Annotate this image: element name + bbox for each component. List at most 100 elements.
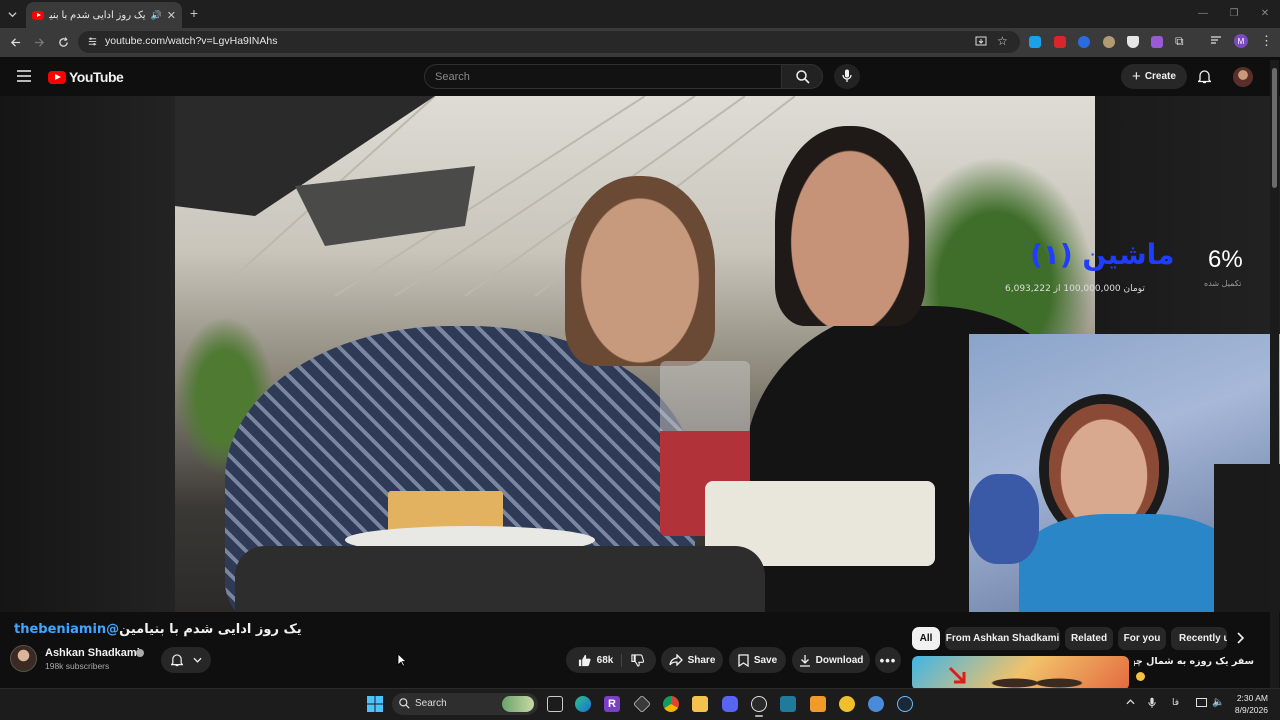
taskbar-search-box[interactable]: Search [392, 693, 538, 715]
browser-tab-active[interactable]: یک روز ادایی شدم با بنیامین 🔊 ✕ [26, 2, 182, 28]
recommendation-title[interactable]: سفر یک روزه به شمال چهارتایی [1134, 656, 1254, 667]
tray-chevron-up-icon[interactable] [1126, 699, 1135, 705]
subscription-bell-button[interactable] [161, 647, 211, 673]
site-info-icon[interactable] [87, 36, 98, 47]
video-backdrop-left [0, 96, 175, 612]
chip-from-channel[interactable]: From Ashkan Shadkami [945, 627, 1060, 650]
download-label: Download [815, 654, 864, 666]
profile-avatar-icon[interactable]: M [1234, 34, 1248, 48]
browser-tab-strip: یک روز ادایی شدم با بنیامین 🔊 ✕ + — ❐ ✕ [0, 0, 1280, 28]
share-icon [668, 654, 683, 666]
thumbs-down-icon [631, 653, 645, 667]
voice-search-button[interactable] [834, 64, 860, 89]
streamer-facecam [969, 334, 1280, 612]
donation-goal-title: ماشین (۱) [1030, 238, 1175, 271]
chip-recently-uploaded[interactable]: Recently u [1171, 627, 1227, 650]
like-button[interactable]: 68k [578, 653, 623, 667]
browser-menu-icon[interactable]: ⋮ [1260, 33, 1273, 49]
orange-app-icon[interactable] [810, 696, 826, 712]
v-app-icon[interactable] [780, 696, 796, 712]
yellow-app-icon[interactable] [839, 696, 855, 712]
video-player[interactable]: ماشین (۱) تومان 100,000,000 از 6,093,222… [0, 96, 1280, 612]
create-button[interactable]: + Create [1121, 64, 1187, 89]
close-window-icon[interactable]: ✕ [1258, 6, 1272, 20]
channel-avatar[interactable] [10, 645, 37, 672]
youtube-play-icon [48, 70, 66, 84]
verified-badge-icon [136, 649, 144, 657]
reload-button[interactable] [55, 34, 71, 50]
obs-studio-icon[interactable] [751, 696, 767, 712]
search-button[interactable] [781, 64, 823, 89]
extension-cookie-icon[interactable] [1103, 36, 1115, 48]
address-bar[interactable]: youtube.com/watch?v=LgvHa9INAhs ☆ [78, 31, 1020, 53]
chip-for-you[interactable]: For you [1118, 627, 1166, 650]
extensions-puzzle-icon[interactable]: ⧉ [1175, 34, 1184, 49]
share-label: Share [687, 654, 716, 666]
thumbnail-figures [982, 668, 1092, 690]
thumbnail-arrow-icon [948, 666, 966, 684]
new-tab-button[interactable]: + [186, 5, 202, 21]
chip-all[interactable]: All [912, 627, 940, 650]
minimize-window-icon[interactable]: — [1196, 6, 1210, 20]
system-clock[interactable]: 2:30 AM 8/9/2026 [1228, 692, 1268, 716]
more-horizontal-icon: ••• [879, 652, 897, 668]
forward-button[interactable] [31, 34, 47, 50]
blue-circle-app-icon[interactable] [868, 696, 884, 712]
tab-close-icon[interactable]: ✕ [167, 9, 176, 22]
more-actions-button[interactable]: ••• [875, 647, 901, 673]
dislike-button[interactable] [627, 653, 645, 667]
plus-icon: + [1132, 67, 1141, 85]
edge-browser-icon[interactable] [575, 696, 591, 712]
audio-playing-icon: 🔊 [150, 9, 162, 20]
youtube-logo[interactable]: YouTube [48, 69, 124, 85]
keyboard-language[interactable]: فا [1172, 698, 1179, 708]
subscriber-count: 198k subscribers [45, 661, 110, 671]
restore-window-icon[interactable]: ❐ [1227, 6, 1241, 20]
extension-shield-icon[interactable] [1127, 36, 1139, 48]
video-title-mention[interactable]: @thebeniamin [14, 622, 119, 637]
extension-translate-icon[interactable] [1029, 36, 1041, 48]
save-label: Save [753, 654, 778, 666]
search-input[interactable] [425, 65, 781, 88]
chip-related[interactable]: Related [1065, 627, 1113, 650]
chevron-down-icon [192, 657, 202, 663]
account-avatar[interactable] [1233, 67, 1253, 87]
save-button[interactable]: Save [729, 647, 786, 673]
channel-name[interactable]: Ashkan Shadkami [45, 647, 140, 659]
donation-goal-amount: تومان 100,000,000 از 6,093,222 [1005, 284, 1145, 294]
file-explorer-icon[interactable] [692, 696, 708, 712]
extension-blue-icon[interactable] [1078, 36, 1090, 48]
r-app-icon[interactable]: R [604, 696, 620, 712]
video-frame [175, 96, 1095, 612]
bookmark-star-icon[interactable]: ☆ [997, 34, 1008, 48]
chrome-browser-icon[interactable] [663, 696, 679, 712]
back-button[interactable] [7, 34, 23, 50]
tray-display-icon[interactable] [1196, 698, 1207, 707]
video-title-text: یک روز ادایی شدم با بنیامین [119, 622, 302, 637]
tray [235, 546, 765, 612]
windows-start-icon[interactable] [367, 696, 383, 712]
hamburger-menu-icon[interactable] [17, 70, 31, 82]
tab-list-button[interactable] [4, 6, 20, 22]
taskbar-search-label: Search [415, 698, 447, 709]
recommendation-thumbnail[interactable] [912, 656, 1129, 690]
mouse-cursor-icon [397, 653, 407, 667]
reading-list-icon[interactable] [1210, 35, 1222, 46]
discord-icon[interactable] [722, 696, 738, 712]
notifications-bell-icon[interactable] [1198, 69, 1211, 84]
chips-next-chevron-icon[interactable] [1236, 632, 1244, 644]
video-backdrop-right [1095, 96, 1280, 334]
steam-icon[interactable] [897, 696, 913, 712]
download-button[interactable]: Download [792, 647, 870, 673]
tray-microphone-icon[interactable] [1148, 697, 1156, 709]
page-scrollbar-thumb[interactable] [1272, 68, 1277, 188]
like-count: 68k [596, 654, 614, 666]
task-view-icon[interactable] [547, 696, 563, 712]
recommendation-emoji-icon [1136, 672, 1145, 681]
taskbar-search-icon [399, 698, 410, 709]
share-button[interactable]: Share [661, 647, 723, 673]
install-app-icon[interactable] [975, 36, 987, 47]
tray-volume-icon[interactable]: 🔈 [1212, 697, 1224, 708]
extension-screen-icon[interactable] [1054, 36, 1066, 48]
extension-purple-icon[interactable] [1151, 36, 1163, 48]
